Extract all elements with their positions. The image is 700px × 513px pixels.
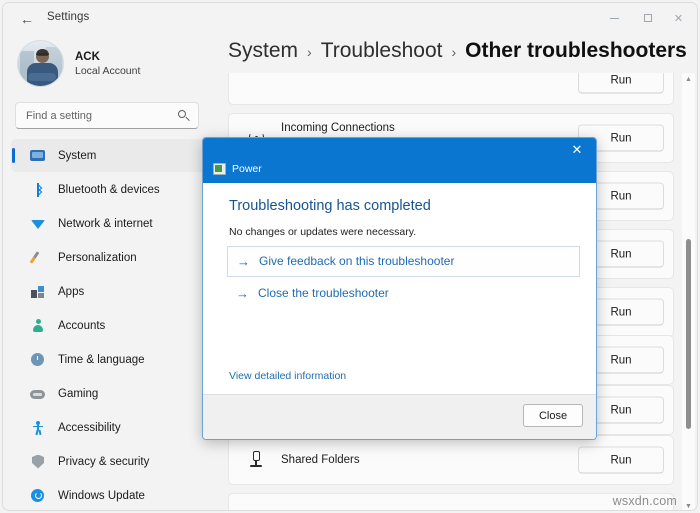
give-feedback-label: Give feedback on this troubleshooter xyxy=(259,254,455,268)
sidebar-item-gaming[interactable]: Gaming xyxy=(11,377,207,410)
minimize-button[interactable] xyxy=(598,3,631,33)
sidebar-item-apps[interactable]: Apps xyxy=(11,275,207,308)
give-feedback-link-box[interactable]: → Give feedback on this troubleshooter xyxy=(227,246,580,277)
sidebar-item-label: Network & internet xyxy=(58,217,153,230)
device-icon xyxy=(245,450,267,470)
account-type: Local Account xyxy=(75,64,141,77)
sidebar-item-time-language[interactable]: Time & language xyxy=(11,343,207,376)
breadcrumb-system[interactable]: System xyxy=(228,39,298,63)
scroll-up-arrow-icon[interactable]: ▲ xyxy=(682,73,695,85)
table-row[interactable]: Run xyxy=(228,73,674,105)
sidebar-item-label: Personalization xyxy=(58,251,137,264)
accessibility-icon xyxy=(29,420,47,436)
sidebar-item-windows-update[interactable]: Windows Update xyxy=(11,479,207,510)
sidebar-item-label: Apps xyxy=(58,285,85,298)
close-window-button[interactable]: ✕ xyxy=(662,3,695,33)
account-name: ACK xyxy=(75,50,100,63)
sidebar-item-network-internet[interactable]: Network & internet xyxy=(11,207,207,240)
dialog-titlebar: Power ✕ xyxy=(203,138,596,183)
page-title: Other troubleshooters xyxy=(465,39,687,62)
scrollbar[interactable]: ▲ ▼ xyxy=(682,73,695,510)
scrollbar-thumb[interactable] xyxy=(686,239,691,429)
clock-icon xyxy=(29,352,47,368)
search-placeholder: Find a setting xyxy=(26,109,93,122)
titlebar: ← Settings ✕ xyxy=(3,3,697,35)
table-row[interactable] xyxy=(228,493,674,510)
sidebar-nav: System Bluetooth & devices Network & int… xyxy=(11,139,207,510)
sidebar-item-bluetooth-devices[interactable]: Bluetooth & devices xyxy=(11,173,207,206)
view-detailed-information-link[interactable]: View detailed information xyxy=(229,370,346,382)
back-arrow-icon[interactable]: ← xyxy=(17,10,37,28)
sidebar-item-label: Gaming xyxy=(58,387,99,400)
monitor-icon xyxy=(29,148,47,164)
search-input[interactable]: Find a setting xyxy=(15,102,199,129)
update-icon xyxy=(29,488,47,504)
wifi-icon xyxy=(29,216,47,232)
breadcrumb: System › Troubleshoot › Other troublesho… xyxy=(228,39,687,63)
give-feedback-link[interactable]: → Give feedback on this troubleshooter xyxy=(237,254,454,268)
watermark: wsxdn.com xyxy=(612,494,677,508)
sidebar-item-privacy-security[interactable]: Privacy & security xyxy=(11,445,207,478)
sidebar-item-personalization[interactable]: Personalization xyxy=(11,241,207,274)
close-troubleshooter-label: Close the troubleshooter xyxy=(258,286,389,300)
sidebar-item-system[interactable]: System xyxy=(11,139,207,172)
dialog-message: No changes or updates were necessary. xyxy=(229,226,417,238)
sidebar: ACK Local Account Find a setting System … xyxy=(3,35,211,510)
close-troubleshooter-link[interactable]: → Close the troubleshooter xyxy=(236,286,389,300)
maximize-button[interactable] xyxy=(631,3,664,33)
breadcrumb-separator: › xyxy=(451,44,457,60)
dialog-body: Troubleshooting has completed No changes… xyxy=(203,183,596,396)
run-button[interactable]: Run xyxy=(578,446,664,474)
troubleshooter-title: Incoming Connections xyxy=(281,122,395,134)
table-row[interactable]: Shared Folders Run xyxy=(228,435,674,485)
breadcrumb-troubleshoot[interactable]: Troubleshoot xyxy=(321,39,443,63)
person-icon xyxy=(29,318,47,334)
search-icon xyxy=(178,110,190,121)
settings-window: ← Settings ✕ ACK Local Account Find a se… xyxy=(2,2,698,511)
sidebar-item-label: Windows Update xyxy=(58,489,145,502)
sidebar-item-label: Bluetooth & devices xyxy=(58,183,160,196)
dialog-footer: Close xyxy=(203,394,596,439)
sidebar-item-label: System xyxy=(58,149,97,162)
troubleshooter-dialog: Power ✕ Troubleshooting has completed No… xyxy=(202,137,597,440)
sidebar-item-label: Privacy & security xyxy=(58,455,150,468)
avatar xyxy=(17,40,64,87)
troubleshooter-icon xyxy=(213,163,226,175)
bluetooth-icon xyxy=(29,182,47,198)
settings-app: ← Settings ✕ ACK Local Account Find a se… xyxy=(0,0,700,513)
scroll-down-arrow-icon[interactable]: ▼ xyxy=(682,500,695,510)
troubleshooter-title: Shared Folders xyxy=(281,454,360,466)
dialog-title: Power xyxy=(232,163,262,175)
sidebar-item-accessibility[interactable]: Accessibility xyxy=(11,411,207,444)
sidebar-item-label: Time & language xyxy=(58,353,145,366)
arrow-right-icon: → xyxy=(236,285,249,301)
paintbrush-icon xyxy=(29,250,47,266)
sidebar-item-label: Accounts xyxy=(58,319,106,332)
window-title: Settings xyxy=(47,11,90,23)
dialog-close-icon[interactable]: ✕ xyxy=(564,140,590,160)
arrow-right-icon: → xyxy=(237,253,250,269)
sidebar-item-accounts[interactable]: Accounts xyxy=(11,309,207,342)
apps-icon xyxy=(29,284,47,300)
sidebar-item-label: Accessibility xyxy=(58,421,121,434)
breadcrumb-separator: › xyxy=(307,44,312,60)
gamepad-icon xyxy=(29,386,47,402)
run-button[interactable]: Run xyxy=(578,73,664,94)
shield-icon xyxy=(29,454,47,470)
account-block[interactable]: ACK Local Account xyxy=(17,40,140,87)
dialog-heading: Troubleshooting has completed xyxy=(229,198,431,214)
close-button[interactable]: Close xyxy=(523,404,583,427)
